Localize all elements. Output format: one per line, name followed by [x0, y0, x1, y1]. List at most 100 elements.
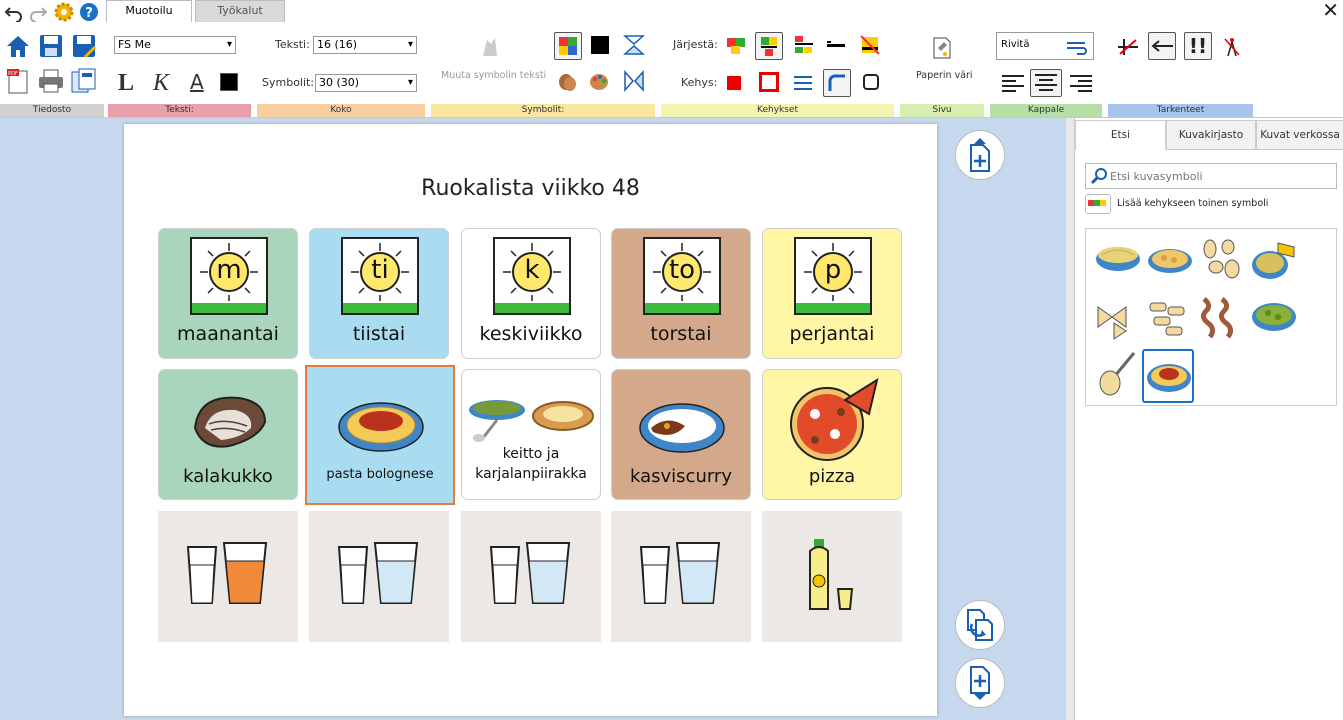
undo-icon[interactable] [4, 2, 24, 23]
swap-page-button[interactable] [955, 600, 1005, 650]
day-letter: m [216, 255, 242, 285]
group-file-label: Tiedosto [0, 104, 104, 117]
group-text-label: Teksti: [108, 104, 251, 117]
text-size-select[interactable]: 16 (16) [313, 36, 417, 54]
change-symbol-icon[interactable] [479, 36, 499, 58]
meal-cell[interactable]: kasviscurry [611, 369, 751, 500]
frame-border-icon[interactable] [759, 72, 779, 92]
group-text: FS Me L K A Teksti: [108, 22, 251, 117]
tab-search[interactable]: Etsi [1075, 120, 1166, 150]
symbol-results-grid [1085, 228, 1337, 406]
add-second-symbol-button[interactable]: Lisää kehykseen toinen symboli [1085, 194, 1337, 216]
meal-cell[interactable]: kalakukko [158, 369, 298, 500]
tab-tyokalut[interactable]: Työkalut [195, 0, 285, 22]
symbol-result[interactable] [1250, 239, 1296, 287]
page-setup-icon[interactable] [70, 67, 98, 95]
italic-button[interactable]: K [153, 70, 169, 97]
exclamation-button[interactable]: !! [1184, 32, 1212, 60]
print-icon[interactable] [37, 67, 65, 95]
group-symbols-label: Symbolit: [431, 104, 655, 117]
paper-color-icon[interactable] [932, 36, 952, 64]
drink-cell[interactable] [762, 511, 902, 642]
arrange-color-selected-button[interactable] [755, 32, 783, 60]
group-refine: !! Tarkenteet [1108, 22, 1253, 117]
no-symbol-icon[interactable] [1222, 36, 1242, 62]
arrange-color-icon[interactable] [725, 34, 747, 60]
close-icon[interactable]: ✕ [1322, 0, 1339, 20]
symbol-result[interactable] [1198, 295, 1244, 345]
tab-online-images[interactable]: Kuvat verkossa [1256, 120, 1343, 150]
symbol-result[interactable] [1094, 297, 1140, 345]
frame-corner-button[interactable] [823, 69, 851, 97]
add-page-above-button[interactable] [955, 130, 1005, 180]
drink-cell[interactable] [611, 511, 751, 642]
day-cell-perjantai[interactable]: p perjantai [762, 228, 902, 359]
help-icon[interactable]: ? [79, 2, 99, 22]
frame-rounded-icon[interactable] [863, 74, 879, 90]
symbol-result[interactable] [1250, 297, 1298, 341]
frame-fill-icon[interactable] [727, 76, 741, 90]
add-page-below-button[interactable] [955, 658, 1005, 708]
day-cell-maanantai[interactable]: m maanantai [158, 228, 298, 359]
search-input[interactable] [1110, 167, 1330, 185]
document-page[interactable]: Ruokalista viikko 48 m maanantai ti tiistai… [124, 124, 937, 716]
symbol-result[interactable] [1094, 351, 1140, 403]
save-icon[interactable] [37, 32, 65, 60]
text-color-swatch[interactable] [220, 73, 238, 91]
group-paragraph-label: Kappale [990, 104, 1102, 117]
day-cell-keskiviikko[interactable]: k keskiviikko [461, 228, 601, 359]
flip-vertical-icon[interactable] [623, 34, 645, 60]
bold-button[interactable]: L [118, 70, 134, 97]
document-title[interactable]: Ruokalista viikko 48 [124, 176, 937, 201]
settings-gear-icon[interactable] [54, 2, 74, 22]
group-page-label: Sivu [900, 104, 984, 117]
paper-color-button[interactable]: Paperin väri [916, 70, 973, 81]
home-icon[interactable] [4, 32, 32, 60]
symbol-result[interactable] [1198, 237, 1244, 287]
meal-cell[interactable]: pizza [762, 369, 902, 500]
vertical-scrollbar[interactable] [1066, 118, 1074, 720]
drink-cell[interactable] [309, 511, 449, 642]
symbol-color-button[interactable] [554, 32, 582, 60]
frame-lines-icon[interactable] [793, 74, 813, 96]
day-letter: k [524, 255, 540, 285]
milk-and-water-glasses-icon [337, 541, 423, 611]
wrap-select[interactable]: Rivitä [996, 32, 1094, 60]
meal-cell[interactable]: pasta bolognese [305, 365, 455, 505]
arrange-none-icon[interactable] [859, 34, 881, 60]
day-label: keskiviikko [479, 323, 583, 345]
font-select[interactable]: FS Me [114, 36, 236, 54]
symbol-black-swatch[interactable] [591, 36, 609, 54]
tab-image-library[interactable]: Kuvakirjasto [1166, 120, 1256, 150]
palette-icon[interactable] [589, 72, 609, 96]
symbol-result[interactable] [1146, 297, 1192, 345]
symbol-variant-icon[interactable] [557, 72, 577, 96]
arrange-text-icon[interactable] [793, 34, 815, 60]
text-color-button[interactable]: A [190, 70, 204, 94]
drink-cell[interactable] [158, 511, 298, 642]
symbol-size-select[interactable]: 30 (30) [315, 74, 417, 92]
flip-horizontal-icon[interactable] [623, 70, 645, 96]
symbol-result[interactable] [1094, 241, 1142, 285]
tab-muotoilu[interactable]: Muotoilu [106, 0, 192, 22]
align-center-button[interactable] [1030, 69, 1062, 97]
meal-label: pizza [808, 466, 856, 487]
day-cell-torstai[interactable]: to torstai [611, 228, 751, 359]
meal-cell[interactable]: keitto ja karjalanpiirakka [461, 369, 601, 500]
align-left-icon[interactable] [1002, 74, 1024, 98]
save-as-icon[interactable] [70, 32, 98, 60]
day-label: maanantai [177, 323, 279, 345]
pdf-export-icon[interactable]: PDF [4, 67, 32, 95]
arrange-line-icon[interactable] [825, 34, 847, 60]
change-symbol-text-button[interactable]: Muuta symbolin teksti [441, 70, 546, 81]
day-cell-tiistai[interactable]: ti tiistai [309, 228, 449, 359]
pasta-icon [336, 395, 426, 459]
drink-cell[interactable] [461, 511, 601, 642]
symbol-result-selected[interactable] [1142, 349, 1194, 403]
symbol-result[interactable] [1146, 241, 1194, 285]
align-right-icon[interactable] [1070, 74, 1092, 98]
symbol-search-box[interactable] [1085, 163, 1337, 189]
redo-icon[interactable] [28, 2, 48, 23]
past-tense-button[interactable] [1148, 32, 1176, 60]
negation-icon[interactable] [1116, 36, 1140, 62]
